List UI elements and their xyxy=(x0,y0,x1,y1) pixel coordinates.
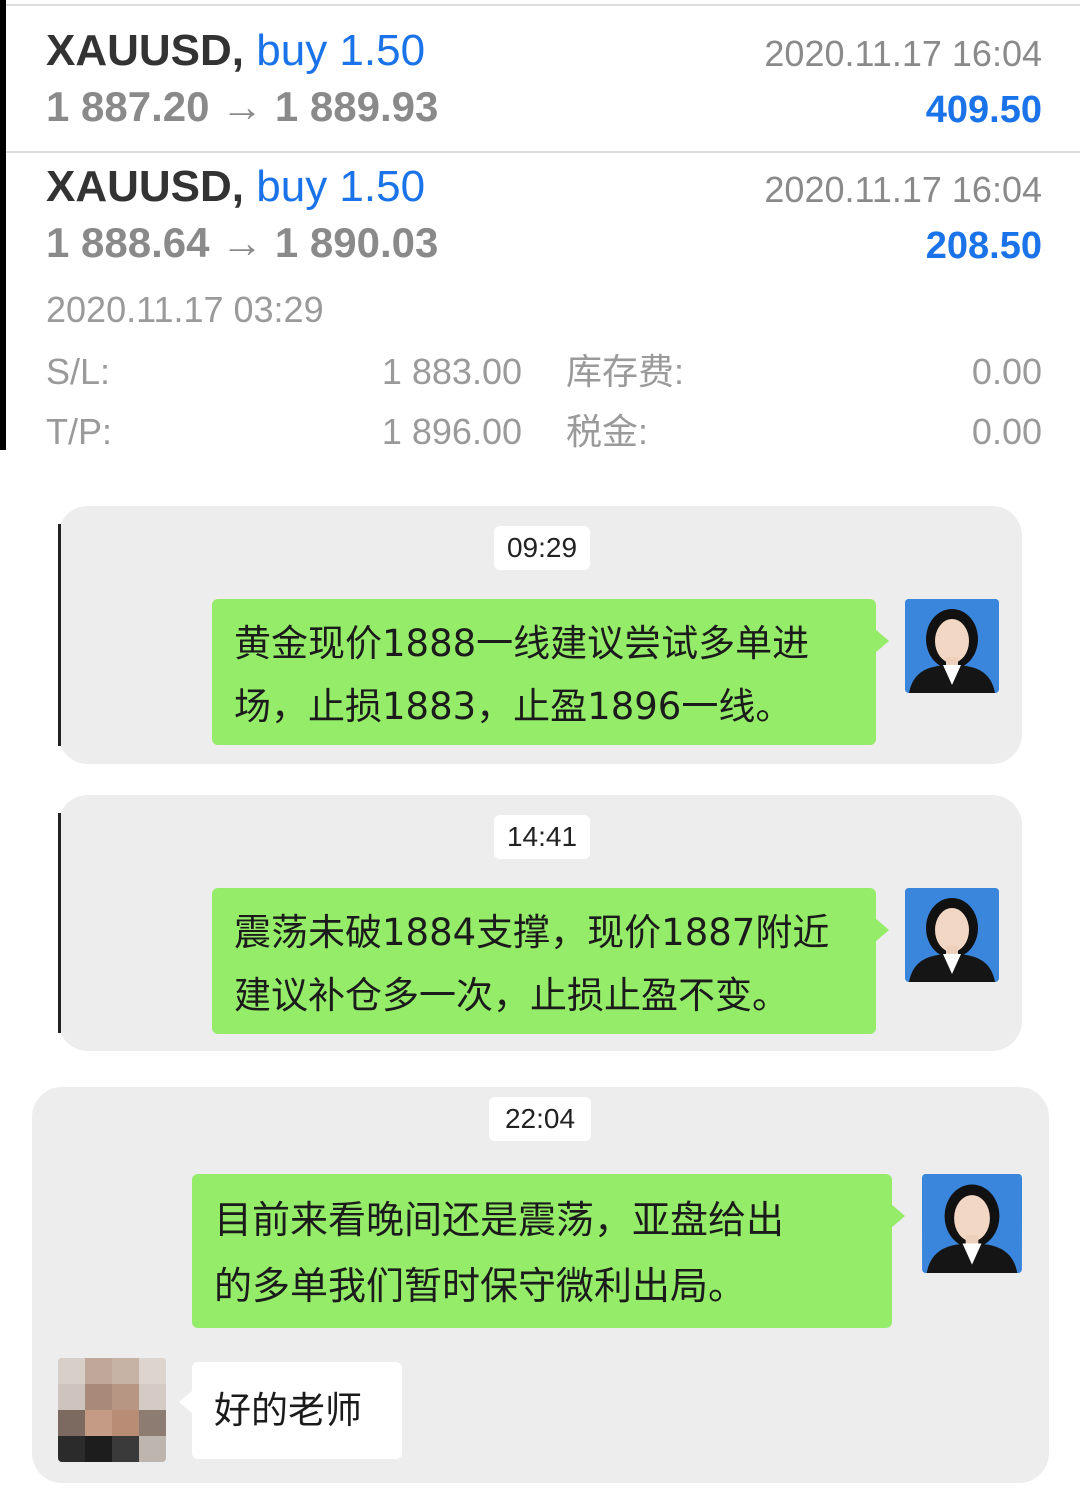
trade-item[interactable]: XAUUSD, buy 1.50 1 887.20 → 1 889.93 202… xyxy=(46,26,1042,136)
message-line: 震荡未破1884支撑，现价1887附近 xyxy=(234,911,830,954)
tp-value: 1 896.00 xyxy=(381,411,522,452)
chat-timestamp: 09:29 xyxy=(494,526,590,570)
swap-value: 0.00 xyxy=(971,351,1042,392)
trade-prices: 1 888.64 → 1 890.03 xyxy=(46,218,438,268)
arrow-icon: → xyxy=(221,83,264,130)
female-profile-photo-icon xyxy=(922,1174,1022,1273)
chat-timestamp: 22:04 xyxy=(489,1097,591,1141)
profit-value: 208.50 xyxy=(925,225,1042,267)
trade-symbol-line: XAUUSD, buy 1.50 xyxy=(46,26,425,76)
swap-label: 库存费: xyxy=(566,351,685,392)
trade-symbol: XAUUSD, xyxy=(46,162,245,211)
divider xyxy=(6,151,1080,153)
profit-value: 409.50 xyxy=(925,89,1042,131)
chat-screenshot-card: 22:04 目前来看晚间还是震荡，亚盘给出 的多单我们暂时保守微利出局。 好的老… xyxy=(32,1087,1049,1483)
message-line: 黄金现价1888一线建议尝试多单进 xyxy=(234,622,810,665)
sender-avatar[interactable] xyxy=(905,599,999,693)
message-line: 建议补仓多一次，止损止盈不变。 xyxy=(234,974,789,1017)
tp-label: T/P: xyxy=(46,411,113,452)
panel-left-border xyxy=(0,0,6,450)
message-line: 目前来看晚间还是震荡，亚盘给出 xyxy=(214,1198,785,1242)
user-avatar[interactable] xyxy=(58,1358,166,1462)
tax-value: 0.00 xyxy=(971,411,1042,452)
message-line: 的多单我们暂时保守微利出局。 xyxy=(214,1264,747,1308)
trade-direction: buy 1.50 xyxy=(256,26,426,75)
open-price: 1 887.20 xyxy=(46,83,210,130)
trade-symbol-line: XAUUSD, buy 1.50 xyxy=(46,162,425,212)
close-time: 2020.11.17 16:04 xyxy=(764,169,1042,210)
tax-label: 税金: xyxy=(566,411,649,452)
female-profile-photo-icon xyxy=(905,599,999,693)
reply-bubble[interactable]: 好的老师 xyxy=(179,1362,402,1459)
divider xyxy=(6,4,1080,6)
trade-item-expanded[interactable]: XAUUSD, buy 1.50 1 888.64 → 1 890.03 202… xyxy=(46,162,1042,272)
close-price: 1 890.03 xyxy=(274,219,439,266)
trade-direction: buy 1.50 xyxy=(256,162,426,211)
open-time: 2020.11.17 03:29 xyxy=(46,289,324,330)
message-bubble[interactable]: 黄金现价1888一线建议尝试多单进 场，止损1883，止盈1896一线。 xyxy=(212,599,889,745)
chat-screenshot-card: 14:41 震荡未破1884支撑，现价1887附近 建议补仓多一次，止损止盈不变… xyxy=(58,795,1022,1051)
message-bubble[interactable]: 震荡未破1884支撑，现价1887附近 建议补仓多一次，止损止盈不变。 xyxy=(212,888,889,1034)
chat-screenshot-card: 09:29 黄金现价1888一线建议尝试多单进 场，止损1883，止盈1896一… xyxy=(58,506,1022,764)
mosaic-blurred-avatar-icon xyxy=(58,1358,166,1462)
sender-avatar[interactable] xyxy=(922,1174,1022,1273)
sender-avatar[interactable] xyxy=(905,888,999,982)
card-edge xyxy=(58,813,61,1033)
message-line: 场，止损1883，止盈1896一线。 xyxy=(234,685,793,728)
arrow-icon: → xyxy=(221,219,264,266)
message-bubble[interactable]: 目前来看晚间还是震荡，亚盘给出 的多单我们暂时保守微利出局。 xyxy=(192,1174,905,1328)
chat-timestamp: 14:41 xyxy=(494,815,590,859)
close-price: 1 889.93 xyxy=(274,83,439,130)
trade-symbol: XAUUSD, xyxy=(46,26,245,75)
female-profile-photo-icon xyxy=(905,888,999,982)
trade-history-panel: XAUUSD, buy 1.50 1 887.20 → 1 889.93 202… xyxy=(0,0,1080,452)
close-time: 2020.11.17 16:04 xyxy=(764,33,1042,74)
card-edge xyxy=(58,524,61,746)
sl-label: S/L: xyxy=(46,351,111,392)
trade-prices: 1 887.20 → 1 889.93 xyxy=(46,82,438,132)
open-price: 1 888.64 xyxy=(46,219,210,266)
sl-value: 1 883.00 xyxy=(381,351,522,392)
